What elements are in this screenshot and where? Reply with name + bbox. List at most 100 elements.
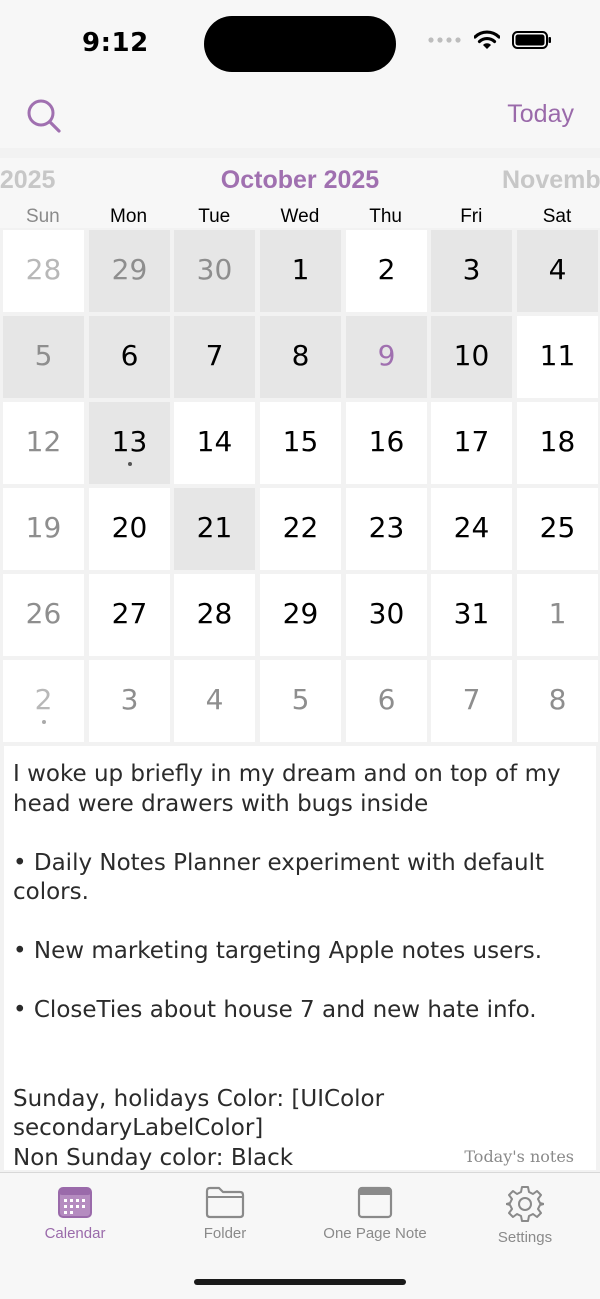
day-cell[interactable]: 29 <box>89 230 170 312</box>
battery-icon <box>512 31 551 49</box>
day-number: 30 <box>196 253 233 286</box>
day-cell[interactable]: 6 <box>89 316 170 398</box>
day-cell[interactable]: 14 <box>174 402 255 484</box>
day-number: 6 <box>120 339 139 372</box>
day-cell[interactable]: 2 <box>346 230 427 312</box>
tab-one-page-note-label: One Page Note <box>323 1225 427 1242</box>
day-number: 4 <box>548 253 567 286</box>
day-cell[interactable]: 10 <box>431 316 512 398</box>
tab-settings[interactable]: Settings <box>450 1181 600 1251</box>
weekday-sun: Sun <box>25 206 60 227</box>
day-number: 7 <box>205 339 224 372</box>
day-cell[interactable]: 28 <box>3 230 84 312</box>
dynamic-island <box>204 16 396 72</box>
day-cell[interactable]: 5 <box>260 660 341 742</box>
day-cell[interactable]: 8 <box>260 316 341 398</box>
day-cell[interactable]: 18 <box>517 402 598 484</box>
weekday-tue: Tue <box>198 206 231 227</box>
day-cell[interactable]: 8 <box>517 660 598 742</box>
day-cell[interactable]: 19 <box>3 488 84 570</box>
day-number: 25 <box>539 511 576 544</box>
toolbar: Today <box>0 88 600 148</box>
day-cell[interactable]: 31 <box>431 574 512 656</box>
day-cell[interactable]: 2 <box>3 660 84 742</box>
tab-calendar-label: Calendar <box>44 1225 106 1242</box>
day-cell[interactable]: 4 <box>517 230 598 312</box>
month-strip[interactable]: ber 2025 October 2025 Novemb <box>0 158 600 198</box>
day-cell[interactable]: 17 <box>431 402 512 484</box>
search-button[interactable] <box>24 96 64 136</box>
folder-icon <box>205 1186 245 1219</box>
day-cell[interactable]: 28 <box>174 574 255 656</box>
day-cell[interactable]: 30 <box>174 230 255 312</box>
day-cell[interactable]: 1 <box>260 230 341 312</box>
day-cell[interactable]: 25 <box>517 488 598 570</box>
today-button[interactable]: Today <box>507 100 574 129</box>
day-number: 2 <box>377 253 396 286</box>
next-month-label[interactable]: Novemb <box>502 166 600 195</box>
day-number: 29 <box>282 597 319 630</box>
search-icon <box>27 99 61 133</box>
day-number: 7 <box>462 683 481 716</box>
day-cell[interactable]: 24 <box>431 488 512 570</box>
day-cell[interactable]: 26 <box>3 574 84 656</box>
day-cell[interactable]: 22 <box>260 488 341 570</box>
calendar-grid: 28 29 30 1 2 3 4 5 6 7 8 9 10 11 12 13 14 15 16 17 18 19 20 21 2… <box>0 228 600 744</box>
day-number: 9 <box>377 339 396 372</box>
tab-calendar[interactable]: Calendar <box>0 1181 150 1251</box>
tab-settings-label: Settings <box>497 1229 553 1246</box>
day-number: 4 <box>205 683 224 716</box>
wifi-icon <box>474 30 500 49</box>
day-cell[interactable]: 6 <box>346 660 427 742</box>
day-cell[interactable]: 11 <box>517 316 598 398</box>
home-indicator <box>194 1279 406 1285</box>
tab-one-page-note[interactable]: One Page Note <box>300 1181 450 1251</box>
day-cell[interactable]: 29 <box>260 574 341 656</box>
day-number: 23 <box>368 511 405 544</box>
note-text[interactable]: I woke up briefly in my dream and on top… <box>13 760 588 1170</box>
day-cell[interactable]: 21 <box>174 488 255 570</box>
day-cell[interactable]: 20 <box>89 488 170 570</box>
day-cell[interactable]: 7 <box>431 660 512 742</box>
day-number: 5 <box>291 683 310 716</box>
day-number: 24 <box>453 511 490 544</box>
status-icons <box>428 30 552 50</box>
weekday-sat: Sat <box>542 206 572 227</box>
day-cell[interactable]: 3 <box>89 660 170 742</box>
day-number: 1 <box>291 253 310 286</box>
day-number: 10 <box>453 339 490 372</box>
day-cell[interactable]: 30 <box>346 574 427 656</box>
day-cell[interactable]: 3 <box>431 230 512 312</box>
day-cell[interactable]: 1 <box>517 574 598 656</box>
note-indicator-dot <box>41 720 46 724</box>
day-cell[interactable]: 15 <box>260 402 341 484</box>
day-number: 29 <box>111 253 148 286</box>
day-cell[interactable]: 13 <box>89 402 170 484</box>
calendar-icon <box>58 1187 92 1218</box>
day-number: 20 <box>111 511 148 544</box>
weekday-wed: Wed <box>280 206 320 227</box>
day-cell[interactable]: 23 <box>346 488 427 570</box>
cellular-signal-icon <box>428 37 461 43</box>
day-number: 30 <box>368 597 405 630</box>
tab-folder[interactable]: Folder <box>150 1181 300 1251</box>
day-cell[interactable]: 12 <box>3 402 84 484</box>
note-caption: Today's notes <box>458 1147 574 1166</box>
day-number: 28 <box>25 253 62 286</box>
day-number: 17 <box>453 425 490 458</box>
day-cell[interactable]: 27 <box>89 574 170 656</box>
day-number: 21 <box>196 511 233 544</box>
gear-icon <box>506 1186 544 1222</box>
day-number: 6 <box>377 683 396 716</box>
day-cell[interactable]: 7 <box>174 316 255 398</box>
day-number: 13 <box>111 425 148 458</box>
day-number: 22 <box>282 511 319 544</box>
day-number: 16 <box>368 425 405 458</box>
day-cell[interactable]: 16 <box>346 402 427 484</box>
day-cell[interactable]: 9 <box>346 316 427 398</box>
tab-folder-label: Folder <box>203 1225 247 1242</box>
day-cell[interactable]: 4 <box>174 660 255 742</box>
weekday-header: Sun Mon Tue Wed Thu Fri Sat <box>0 198 600 228</box>
day-cell[interactable]: 5 <box>3 316 84 398</box>
today-note-panel[interactable]: I woke up briefly in my dream and on top… <box>4 746 596 1170</box>
